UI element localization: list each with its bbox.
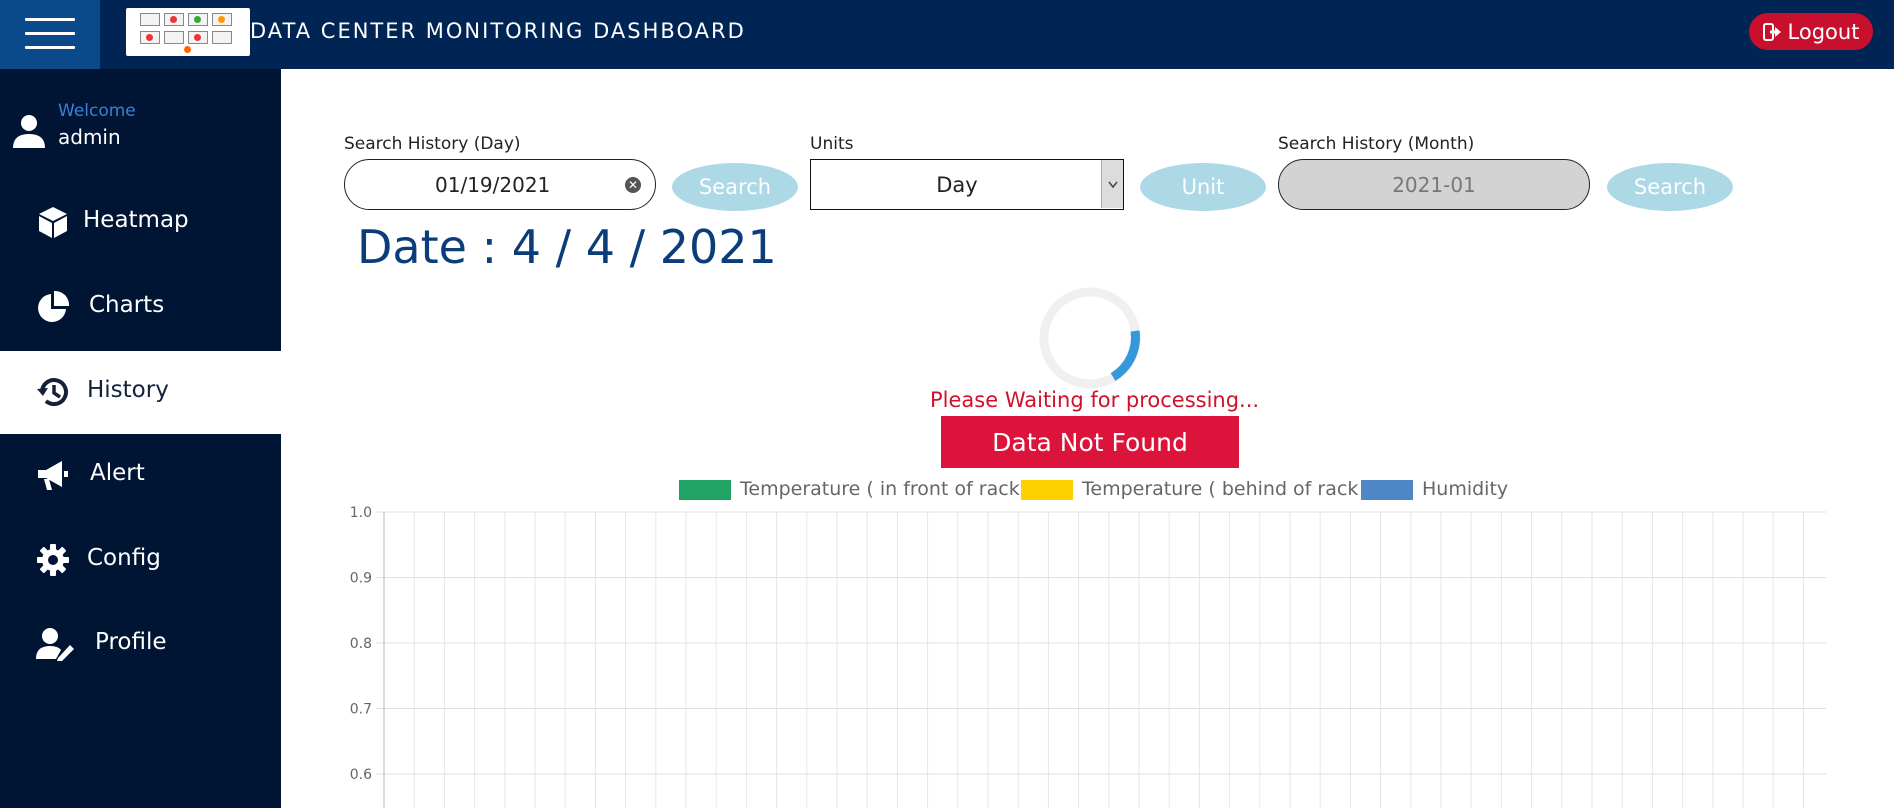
search-day-label: Search History (Day) (344, 134, 521, 154)
sidebar-item-label: Charts (89, 292, 165, 318)
logout-button[interactable]: Logout (1749, 13, 1873, 50)
search-month-label: Search History (Month) (1278, 134, 1475, 154)
sidebar-item-heatmap[interactable]: Heatmap (0, 181, 281, 264)
user-icon (13, 115, 45, 148)
loading-spinner-icon (1039, 287, 1141, 389)
pie-chart-icon (38, 290, 70, 322)
cube-icon (39, 207, 67, 238)
y-tick-label: 0.9 (350, 571, 372, 587)
units-label: Units (810, 134, 854, 154)
sidebar-item-alert[interactable]: Alert (0, 434, 281, 517)
search-day-value: 01/19/2021 (435, 172, 551, 197)
gear-icon (37, 544, 69, 576)
top-bar: DATA CENTER MONITORING DASHBOARD Logout (0, 0, 1894, 69)
search-month-input[interactable]: 2021-01 (1278, 159, 1590, 210)
data-not-found-banner: Data Not Found (941, 416, 1239, 468)
legend-label-humidity: Humidity (1422, 478, 1509, 500)
logout-label: Logout (1787, 19, 1860, 44)
chevron-down-icon (1101, 160, 1123, 208)
search-month-button[interactable]: Search (1607, 163, 1733, 211)
search-day-button[interactable]: Search (672, 163, 798, 211)
y-tick-label: 0.7 (350, 702, 372, 718)
sidebar: Welcome admin Heatmap Charts History Ale… (0, 69, 281, 808)
user-info: Welcome admin (12, 101, 272, 161)
units-selected-value: Day (936, 173, 978, 197)
sidebar-item-label: Heatmap (83, 207, 189, 233)
sidebar-item-profile[interactable]: Profile (0, 603, 281, 686)
history-line-chart: 1.0 0.9 0.8 0.7 0.6 (350, 505, 1826, 808)
unit-button[interactable]: Unit (1140, 163, 1266, 211)
sidebar-item-config[interactable]: Config (0, 519, 281, 602)
legend-label-temp-front: Temperature ( in front of rack ) (740, 478, 1034, 500)
clear-icon[interactable]: ✕ (625, 177, 641, 193)
sidebar-item-label: History (87, 377, 169, 403)
search-day-input[interactable]: 01/19/2021 ✕ (344, 159, 656, 210)
user-edit-icon (36, 628, 74, 661)
y-tick-label: 0.6 (350, 767, 372, 783)
units-select[interactable]: Day (810, 159, 1124, 210)
legend-swatch-humidity (1361, 480, 1413, 500)
username: admin (58, 125, 121, 149)
y-tick-label: 1.0 (350, 505, 372, 521)
history-icon (37, 378, 68, 407)
y-tick-label: 0.8 (350, 636, 372, 652)
sign-out-icon (1762, 22, 1781, 41)
sidebar-item-charts[interactable]: Charts (0, 266, 281, 349)
welcome-text: Welcome (58, 101, 136, 121)
sidebar-item-label: Profile (95, 629, 167, 655)
legend-swatch-temp-front (679, 480, 731, 500)
legend-swatch-temp-behind (1021, 480, 1073, 500)
hamburger-menu-icon[interactable] (0, 0, 100, 69)
processing-message: Please Waiting for processing... (930, 388, 1260, 412)
sidebar-item-label: Config (87, 545, 161, 571)
app-title: DATA CENTER MONITORING DASHBOARD (250, 19, 746, 43)
legend-label-temp-behind: Temperature ( behind of rack ) (1082, 478, 1372, 500)
sidebar-item-history[interactable]: History (0, 351, 281, 434)
date-heading: Date : 4 / 4 / 2021 (357, 220, 777, 274)
app-logo (126, 8, 250, 56)
